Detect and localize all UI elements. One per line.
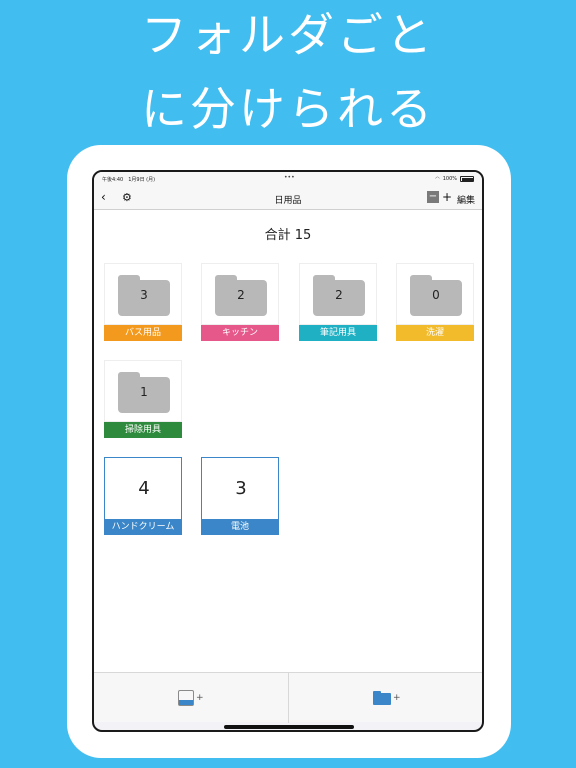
folder-tile[interactable]: 2 キッチン	[201, 263, 279, 341]
folder-count: 1	[140, 385, 148, 399]
item-label: 電池	[201, 519, 279, 535]
bottom-toolbar: + +	[94, 672, 482, 723]
folder-tile[interactable]: 0 洗濯	[396, 263, 474, 341]
page-title: 日用品	[274, 196, 302, 206]
add-folder-button[interactable]: +	[289, 673, 482, 723]
folder-tile[interactable]: 2 筆記用具	[299, 263, 377, 341]
plus-icon: +	[393, 693, 401, 703]
home-indicator	[224, 725, 354, 729]
folder-label: バス用品	[104, 325, 182, 341]
folder-tile[interactable]: 1 掃除用具	[104, 360, 182, 438]
app-screen: 午後4:40 1月9日 (月) ••• ◠ 100% ‹ ⚙ 日用品 − + 編…	[92, 170, 484, 732]
quantity-stepper: − +	[427, 191, 452, 203]
folder-label: 洗濯	[396, 325, 474, 341]
folder-count: 3	[140, 288, 148, 302]
plus-icon: +	[196, 693, 204, 703]
add-item-button[interactable]: +	[94, 673, 288, 723]
plus-button[interactable]: +	[442, 191, 452, 203]
item-tile[interactable]: 4 ハンドクリーム	[104, 457, 182, 535]
item-tile[interactable]: 3 電池	[201, 457, 279, 535]
item-label: ハンドクリーム	[104, 519, 182, 535]
minus-button[interactable]: −	[427, 191, 439, 203]
folder-label: 筆記用具	[299, 325, 377, 341]
headline-line2: に分けられる	[141, 82, 435, 136]
wifi-icon: ◠	[435, 176, 440, 182]
battery-icon	[460, 176, 474, 182]
item-count: 4	[138, 478, 150, 499]
add-folder-icon	[373, 691, 391, 705]
status-bar: 午後4:40 1月9日 (月) ••• ◠ 100%	[94, 172, 482, 186]
total-count: 合計 15	[264, 228, 312, 243]
folder-label: キッチン	[201, 325, 279, 341]
folder-tile[interactable]: 3 バス用品	[104, 263, 182, 341]
status-time: 午後4:40 1月9日 (月)	[102, 177, 156, 183]
folder-count: 2	[335, 288, 343, 302]
edit-button[interactable]: 編集	[457, 193, 475, 206]
headline-line1: フォルダごと	[141, 8, 435, 62]
battery-percent: 100%	[442, 176, 457, 182]
folder-label: 掃除用具	[104, 422, 182, 438]
multitask-dots-icon[interactable]: •••	[284, 174, 295, 181]
folder-count: 0	[432, 288, 440, 302]
main-content: 合計 15 3 バス用品 2 キッチン 2 筆記用具 0 洗濯 1 掃除用具 4…	[94, 210, 482, 672]
add-item-icon	[178, 690, 194, 706]
folder-count: 2	[237, 288, 245, 302]
item-count: 3	[235, 478, 247, 499]
nav-bar: ‹ ⚙ 日用品 − + 編集	[94, 186, 482, 210]
